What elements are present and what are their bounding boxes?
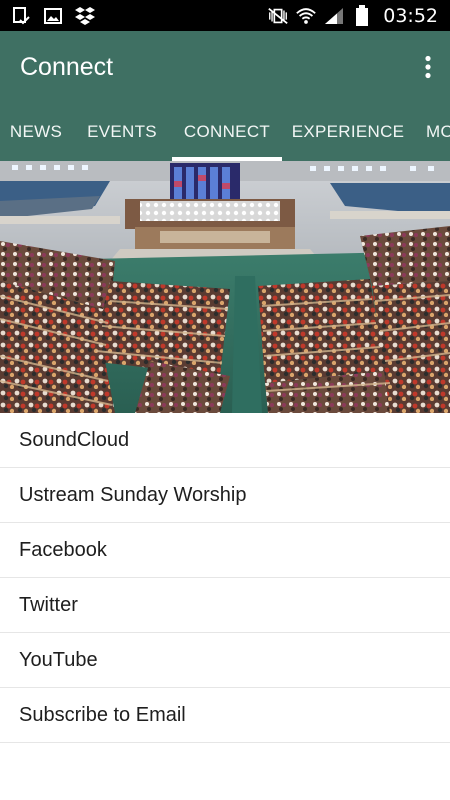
list-item-soundcloud[interactable]: SoundCloud (0, 413, 450, 468)
download-done-icon (10, 5, 32, 27)
tab-news[interactable]: NEWS (0, 103, 72, 161)
vibrate-mute-icon (267, 5, 289, 27)
app-bar: Connect (0, 31, 450, 103)
list-item-label: Ustream Sunday Worship (19, 483, 247, 506)
tab-label: EXPERIENCE (291, 122, 405, 141)
signal-icon (323, 5, 345, 27)
tab-label: EVENTS (87, 122, 157, 141)
list-item-twitter[interactable]: Twitter (0, 578, 450, 633)
list-item-label: Twitter (19, 593, 78, 616)
list-item-label: Facebook (19, 538, 107, 561)
tab-connect[interactable]: CONNECT (172, 103, 282, 161)
tab-label: NEWS (9, 122, 63, 141)
status-time: 03:52 (383, 4, 438, 27)
list-item-facebook[interactable]: Facebook (0, 523, 450, 578)
list-item-label: SoundCloud (19, 428, 130, 451)
overflow-menu-button[interactable] (408, 43, 448, 91)
more-vert-icon (425, 55, 431, 79)
tab-label: MO (426, 122, 450, 141)
dropbox-icon (74, 5, 96, 27)
list-item-label: YouTube (19, 648, 98, 671)
image-icon (42, 5, 64, 27)
sanctuary-photo (0, 161, 450, 413)
list-item-ustream[interactable]: Ustream Sunday Worship (0, 468, 450, 523)
tab-experience[interactable]: EXPERIENCE (282, 103, 414, 161)
status-bar: 03:52 (0, 0, 450, 31)
connect-link-list: SoundCloud Ustream Sunday Worship Facebo… (0, 413, 450, 743)
tab-more[interactable]: MO (414, 103, 450, 161)
list-item-subscribe-email[interactable]: Subscribe to Email (0, 688, 450, 743)
tab-bar: NEWS EVENTS CONNECT EXPERIENCE MO (0, 103, 450, 161)
tab-events[interactable]: EVENTS (72, 103, 172, 161)
tab-label: CONNECT (183, 122, 271, 141)
sanctuary-illustration (0, 161, 450, 413)
battery-icon (351, 4, 373, 27)
wifi-icon (295, 5, 317, 27)
page-title: Connect (20, 52, 114, 81)
list-item-youtube[interactable]: YouTube (0, 633, 450, 688)
list-item-label: Subscribe to Email (19, 703, 186, 726)
